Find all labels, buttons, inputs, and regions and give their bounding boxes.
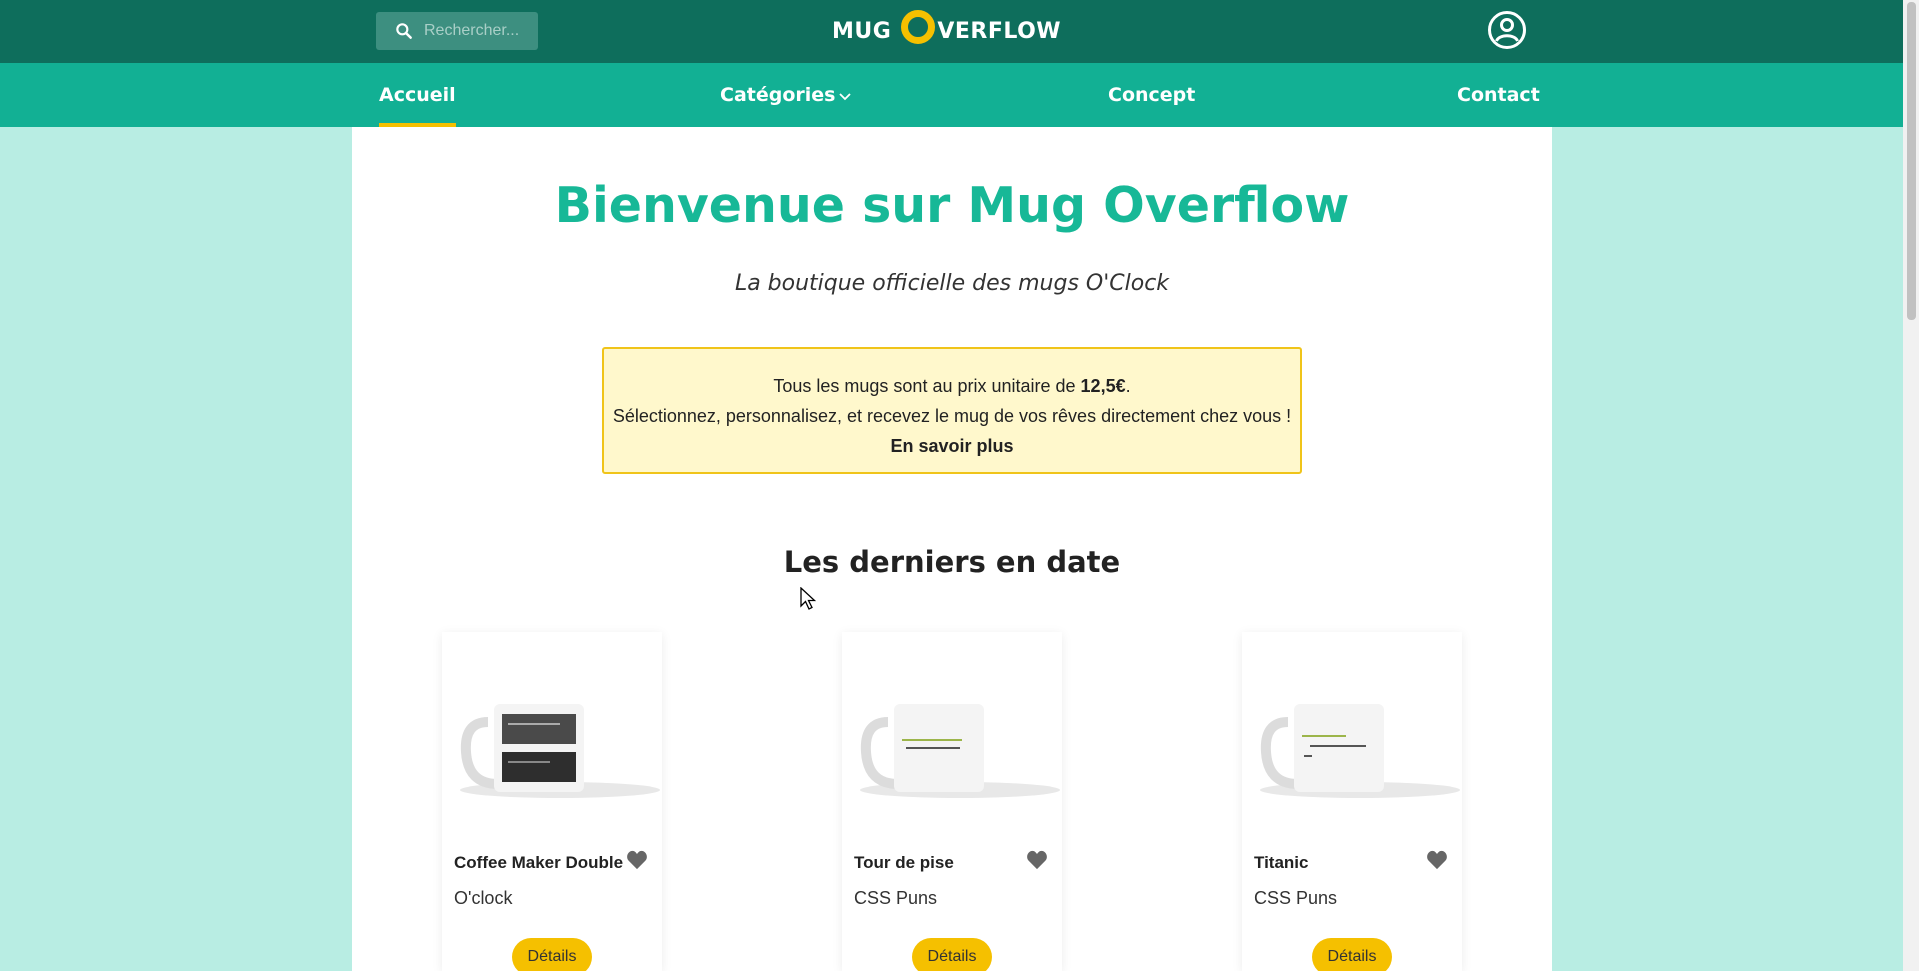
heart-icon[interactable] — [626, 850, 648, 870]
search-input[interactable] — [424, 22, 534, 40]
product-card: Tour de pise CSS Puns Détails — [842, 632, 1062, 971]
nav-concept-label: Concept — [1108, 84, 1196, 106]
learn-more-link[interactable]: En savoir plus — [890, 436, 1013, 456]
details-button[interactable]: Détails — [912, 938, 992, 971]
product-name[interactable]: Coffee Maker Double — [454, 853, 623, 873]
notice-line2: Sélectionnez, personnalisez, et recevez … — [612, 406, 1292, 426]
page-subtitle: La boutique officielle des mugs O'Clock — [734, 271, 1170, 296]
top-bar: MUG VERFLOW — [0, 0, 1903, 63]
site-logo[interactable]: MUG VERFLOW — [832, 8, 1061, 54]
product-brand: CSS Puns — [1254, 888, 1338, 908]
heart-icon[interactable] — [1026, 850, 1048, 870]
search-icon — [396, 23, 412, 39]
nav-categories-label: Catégories — [720, 84, 836, 106]
product-brand: O'clock — [454, 888, 513, 908]
product-card: Titanic CSS Puns Détails — [1242, 632, 1462, 971]
notice-line1-prefix: Tous les mugs sont au prix unitaire de — [773, 376, 1081, 396]
product-image[interactable] — [850, 672, 1062, 812]
search-box[interactable] — [376, 12, 538, 50]
mouse-cursor-icon — [800, 587, 816, 610]
notice-price: 12,5€ — [1080, 376, 1126, 396]
nav-categories[interactable]: Catégories — [720, 63, 852, 127]
product-image[interactable] — [1250, 672, 1462, 812]
nav-home[interactable]: Accueil — [379, 63, 456, 127]
chevron-down-icon — [839, 93, 852, 101]
heart-icon[interactable] — [1426, 850, 1448, 870]
section-title: Les derniers en date — [783, 545, 1121, 579]
product-name[interactable]: Tour de pise — [854, 853, 954, 873]
nav-contact-label: Contact — [1457, 84, 1540, 106]
details-button[interactable]: Détails — [512, 938, 592, 971]
scrollbar-thumb[interactable] — [1907, 2, 1916, 320]
product-card: Coffee Maker Double O'clock Détails — [442, 632, 662, 971]
account-icon[interactable] — [1487, 10, 1527, 50]
details-button[interactable]: Détails — [1312, 938, 1392, 971]
nav-home-label: Accueil — [379, 84, 456, 106]
main-content: Bienvenue sur Mug Overflow La boutique o… — [352, 127, 1552, 971]
logo-ring-icon — [901, 10, 936, 44]
main-nav: Accueil Catégories Concept Contact — [0, 63, 1903, 127]
product-name[interactable]: Titanic — [1254, 853, 1308, 873]
nav-concept[interactable]: Concept — [1108, 63, 1195, 127]
price-notice: Tous les mugs sont au prix unitaire de 1… — [602, 347, 1302, 474]
notice-line1: Tous les mugs sont au prix unitaire de 1… — [604, 371, 1300, 401]
nav-contact[interactable]: Contact — [1457, 63, 1540, 127]
product-image[interactable] — [450, 672, 662, 812]
page-title: Bienvenue sur Mug Overflow — [554, 177, 1350, 234]
logo-text-mug: MUG — [832, 18, 892, 44]
logo-text-verflow: VERFLOW — [937, 18, 1062, 44]
notice-line1-suffix: . — [1125, 376, 1131, 396]
product-brand: CSS Puns — [854, 888, 938, 908]
